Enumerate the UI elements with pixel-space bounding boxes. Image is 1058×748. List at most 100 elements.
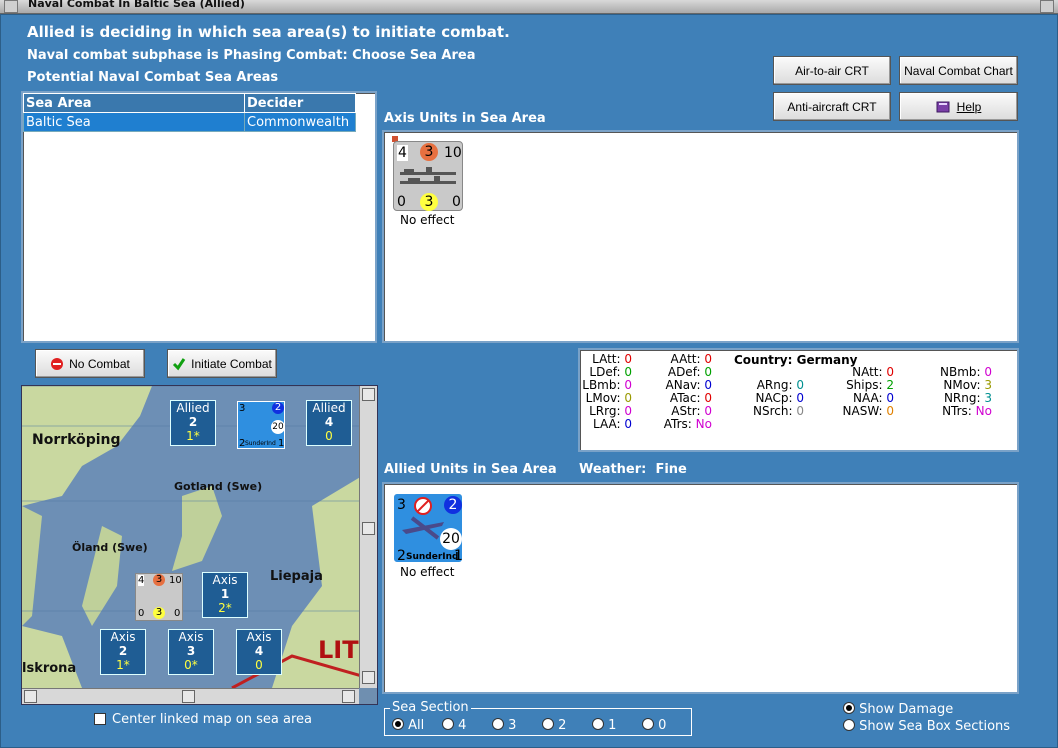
- sea-area-list[interactable]: Sea Area Decider Baltic Sea Commonwealth: [21, 91, 377, 343]
- stat-value: 0: [886, 391, 894, 405]
- system-menu-icon[interactable]: [4, 0, 18, 13]
- sea-section-radio[interactable]: [592, 718, 604, 730]
- stat-label: NACp:: [755, 391, 797, 405]
- stat-label: NTrs:: [942, 404, 976, 418]
- show-sea-box-option[interactable]: Show Sea Box Sections: [843, 719, 1010, 734]
- help-button[interactable]: Help: [899, 92, 1018, 121]
- scroll-left-arrow-icon[interactable]: [24, 690, 37, 703]
- stat-value: 0: [796, 391, 804, 405]
- sea-section-option-label: 0: [654, 718, 667, 733]
- stat-label: ATrs:: [663, 417, 696, 431]
- show-sea-box-radio[interactable]: [843, 719, 855, 731]
- sea-section-legend: Sea Section: [390, 700, 471, 715]
- stat-label: LAtt:: [592, 352, 625, 366]
- stat-label: AAtt:: [670, 352, 705, 366]
- scroll-down-arrow-icon[interactable]: [362, 671, 375, 684]
- stat-label: ANav:: [665, 378, 705, 392]
- stat-value: 0: [704, 352, 712, 366]
- axis-units-label: Axis Units in Sea Area: [384, 111, 546, 126]
- allied-unit-status: No effect: [400, 565, 455, 579]
- stat-label: NSrch:: [753, 404, 797, 418]
- stat-value: 0: [704, 391, 712, 405]
- sea-box-allied-4[interactable]: Allied 4 0: [306, 400, 352, 446]
- stat-value: 0: [984, 365, 992, 379]
- stat-label: LDef:: [589, 365, 625, 379]
- stat-label: NMov:: [943, 378, 985, 392]
- sea-box-allied-2[interactable]: Allied 2 1*: [170, 400, 216, 446]
- allied-units-label: Allied Units in Sea Area: [384, 462, 557, 477]
- naval-combat-chart-button[interactable]: Naval Combat Chart: [899, 56, 1018, 85]
- no-entry-icon: [51, 357, 64, 370]
- sea-section-option-3[interactable]: 3: [492, 718, 542, 733]
- sea-section-radio[interactable]: [392, 718, 404, 730]
- show-damage-option[interactable]: Show Damage: [843, 702, 953, 717]
- map-label-norrkoping: Norrköping: [32, 432, 121, 448]
- sea-section-option-label: 3: [504, 718, 517, 733]
- sea-area-table: Sea Area Decider Baltic Sea Commonwealth: [23, 93, 356, 132]
- map-horizontal-scrollbar[interactable]: [22, 688, 359, 704]
- air-to-air-crt-button[interactable]: Air-to-air CRT: [773, 56, 891, 85]
- sea-section-radio[interactable]: [492, 718, 504, 730]
- sea-section-radio[interactable]: [442, 718, 454, 730]
- stat-laa: LAA: 0: [580, 418, 632, 431]
- stat-label: LMov:: [585, 391, 625, 405]
- sea-area-map[interactable]: Norrköping Gotland (Swe) Öland (Swe) Lie…: [21, 385, 378, 705]
- stat-value: 0: [704, 404, 712, 418]
- sea-section-option-all[interactable]: All: [392, 718, 442, 733]
- stats-col-land: LAtt: 0 LDef: 0 LBmb: 0 LMov: 0 LRrg: 0 LAA: …: [580, 353, 632, 431]
- sea-section-radio[interactable]: [642, 718, 654, 730]
- stat-value: 0: [624, 352, 632, 366]
- horizontal-scroll-thumb[interactable]: [182, 690, 195, 703]
- stat-label: NASW:: [842, 404, 887, 418]
- table-row[interactable]: Baltic Sea Commonwealth: [23, 112, 356, 132]
- sea-box-axis-1[interactable]: Axis 1 2*: [202, 572, 248, 618]
- window-titlebar[interactable]: Naval Combat In Baltic Sea (Allied): [0, 0, 1058, 14]
- stat-label: NRng:: [943, 391, 985, 405]
- sea-section-option-4[interactable]: 4: [442, 718, 492, 733]
- initiate-combat-button[interactable]: Initiate Combat: [167, 349, 277, 378]
- allied-aircraft-counter[interactable]: 3 2 20 2 SunderInd 1: [393, 493, 463, 564]
- stat-label: AStr:: [671, 404, 705, 418]
- map-vertical-scrollbar[interactable]: [359, 386, 377, 688]
- stat-value: 0: [624, 391, 632, 405]
- stat-value: 0: [624, 404, 632, 418]
- stat-atrs: ATrs: No: [654, 418, 712, 431]
- sea-section-radio[interactable]: [542, 718, 554, 730]
- sea-section-option-2[interactable]: 2: [542, 718, 592, 733]
- scroll-right-arrow-icon[interactable]: [342, 690, 355, 703]
- sea-box-axis-4[interactable]: Axis 4 0: [236, 629, 282, 675]
- sea-section-options: All 4 3 2 1 0: [392, 718, 692, 733]
- stat-label: LRrg:: [589, 404, 625, 418]
- unit-stats-panel: LAtt: 0 LDef: 0 LBmb: 0 LMov: 0 LRrg: 0 LAA: …: [578, 348, 1019, 452]
- map-axis-counter[interactable]: 4 3 10 0 3 0: [135, 573, 183, 621]
- stat-value: 0: [704, 378, 712, 392]
- column-header-sea-area[interactable]: Sea Area: [23, 93, 245, 113]
- stat-nasw: NASW: 0: [826, 405, 894, 418]
- no-combat-button[interactable]: No Combat: [35, 349, 145, 378]
- decider-cell: Commonwealth: [244, 112, 356, 132]
- vertical-scroll-thumb[interactable]: [362, 522, 375, 535]
- stat-label: Ships:: [846, 378, 887, 392]
- sea-section-option-label: 4: [454, 718, 467, 733]
- close-window-icon[interactable]: [1040, 0, 1054, 13]
- stat-label: ADef:: [667, 365, 705, 379]
- sea-box-axis-3[interactable]: Axis 3 0*: [168, 629, 214, 675]
- column-header-decider[interactable]: Decider: [244, 93, 356, 113]
- stat-value: 0: [796, 378, 804, 392]
- sea-area-cell: Baltic Sea: [23, 112, 245, 132]
- map-allied-counter[interactable]: 3 2 20 2 SunderInd 1: [237, 401, 285, 449]
- sea-section-option-1[interactable]: 1: [592, 718, 642, 733]
- battleship-icon: [400, 167, 456, 184]
- stat-value: 0: [624, 378, 632, 392]
- map-label-lithuania: LIT: [318, 636, 359, 664]
- stat-value: 0: [796, 404, 804, 418]
- center-linked-checkbox[interactable]: [94, 713, 106, 725]
- scroll-up-arrow-icon[interactable]: [362, 388, 375, 401]
- anti-aircraft-crt-button[interactable]: Anti-aircraft CRT: [773, 92, 891, 121]
- sea-box-axis-2[interactable]: Axis 2 1*: [100, 629, 146, 675]
- weather-display: Weather: Fine: [579, 462, 687, 477]
- show-damage-radio[interactable]: [843, 702, 855, 714]
- axis-ship-counter[interactable]: 4 3 10 0 3 0: [393, 141, 463, 211]
- sea-section-option-0[interactable]: 0: [642, 718, 692, 733]
- stat-label: LAA:: [593, 417, 625, 431]
